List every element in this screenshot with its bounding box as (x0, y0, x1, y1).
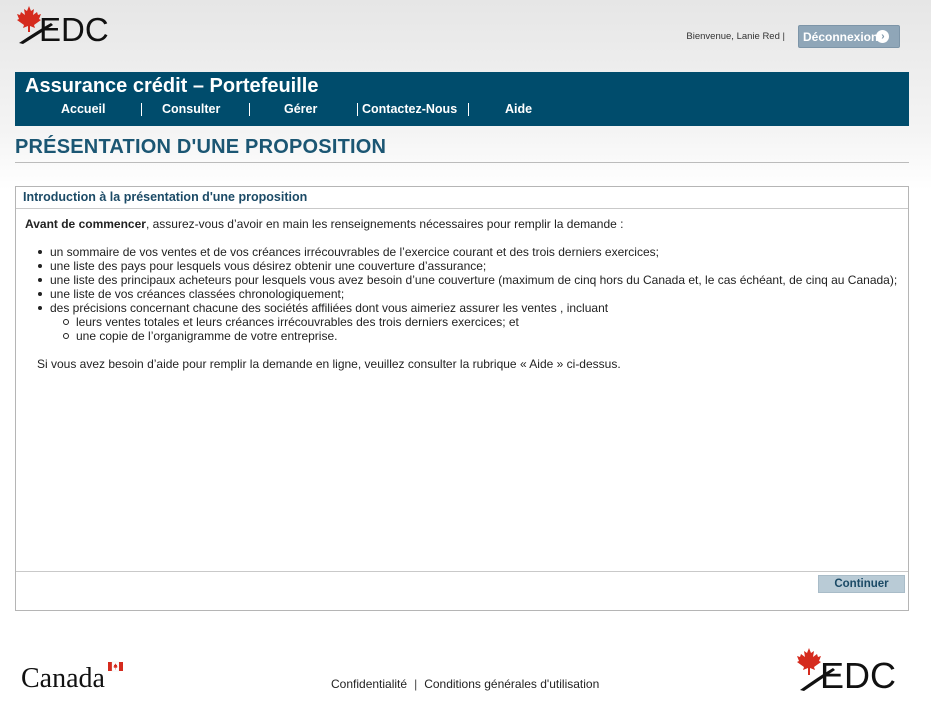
terms-link[interactable]: Conditions générales d'utilisation (424, 677, 599, 691)
edc-logo-text: EDC (39, 11, 109, 46)
sub-list: leurs ventes totales et leurs créances i… (50, 315, 898, 343)
list-item: des précisions concernant chacune des so… (37, 301, 898, 343)
logout-button[interactable]: Déconnexion › (798, 25, 900, 48)
footer-links: Confidentialité | Conditions générales d'u… (331, 677, 599, 691)
nav-separator (468, 103, 469, 116)
panel-footer: Continuer (16, 571, 908, 610)
nav-item-aide[interactable]: Aide (505, 102, 532, 116)
maple-leaf-icon (797, 648, 821, 675)
edc-logo-footer: EDC (797, 648, 896, 692)
intro-paragraph: Avant de commencer, assurez-vous d’avoir… (25, 217, 898, 231)
edc-logo-text: EDC (820, 655, 896, 692)
logout-label: Déconnexion (803, 29, 879, 44)
intro-text: , assurez-vous d’avoir en main les rense… (145, 217, 624, 231)
nav-item-contactez-nous[interactable]: Contactez-Nous (362, 102, 457, 116)
panel-body: Avant de commencer, assurez-vous d’avoir… (16, 209, 908, 371)
help-text: Si vous avez besoin d’aide pour remplir … (37, 357, 621, 371)
nav-separator (249, 103, 250, 116)
nav-item-accueil[interactable]: Accueil (61, 102, 105, 116)
privacy-link[interactable]: Confidentialité (331, 677, 407, 691)
list-item: un sommaire de vos ventes et de vos créa… (37, 245, 898, 259)
continue-button[interactable]: Continuer (818, 575, 905, 593)
canada-flag-icon (108, 661, 123, 672)
nav-separator (141, 103, 142, 116)
edc-logo[interactable]: EDC (17, 6, 127, 46)
requirements-list: un sommaire de vos ventes et de vos créa… (25, 245, 898, 343)
intro-panel: Introduction à la présentation d'une pro… (15, 186, 909, 611)
footer-separator: | (414, 677, 418, 691)
nav-item-gerer[interactable]: Gérer (284, 102, 317, 116)
page-title: PRÉSENTATION D'UNE PROPOSITION (15, 136, 387, 158)
intro-bold: Avant de commencer (25, 217, 146, 231)
list-item: une liste de vos créances classées chron… (37, 287, 898, 301)
panel-header: Introduction à la présentation d'une pro… (16, 187, 908, 209)
welcome-text: Bienvenue, Lanie Red | (686, 31, 785, 42)
sub-list-item: leurs ventes totales et leurs créances i… (63, 315, 898, 329)
list-item: une liste des principaux acheteurs pour … (37, 273, 898, 287)
title-divider (15, 162, 909, 163)
list-item-text: des précisions concernant chacune des so… (50, 301, 609, 315)
maple-leaf-icon (17, 6, 41, 32)
nav-item-consulter[interactable]: Consulter (162, 102, 220, 116)
app-title: Assurance crédit – Portefeuille (25, 75, 319, 97)
list-item: une liste des pays pour lesquels vous dé… (37, 259, 898, 273)
canada-wordmark-logo: Canada (21, 661, 123, 692)
canada-wordmark-text: Canada (21, 663, 106, 692)
arrow-right-icon: › (876, 30, 890, 43)
main-nav: Accueil Consulter Gérer Contactez-Nous A… (15, 102, 909, 120)
nav-separator (357, 103, 358, 116)
app-banner: Assurance crédit – Portefeuille Accueil … (15, 72, 909, 126)
sub-list-item: une copie de l’organigramme de votre ent… (63, 329, 898, 343)
